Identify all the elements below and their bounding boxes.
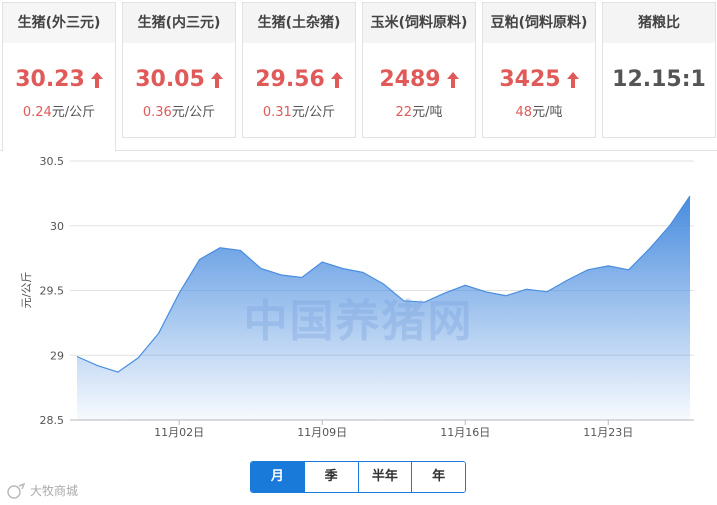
x-tick-label: 11月23日 xyxy=(583,426,633,439)
card-pig-outer[interactable]: 生猪(外三元) 30.23 0.24元/公斤 xyxy=(2,2,116,152)
y-tick-label: 30.5 xyxy=(40,155,65,168)
card-title: 生猪(外三元) xyxy=(3,3,115,43)
y-tick-label: 30 xyxy=(50,220,64,233)
x-tick-label: 11月09日 xyxy=(297,426,347,439)
card-change: 0.24元/公斤 xyxy=(22,105,96,120)
period-month-button[interactable]: 月 xyxy=(251,462,304,492)
site-logo: 大牧商城 xyxy=(6,482,78,499)
logo-icon xyxy=(7,482,26,499)
arrow-up-icon xyxy=(90,69,103,94)
y-tick-label: 28.5 xyxy=(40,414,65,427)
logo-text: 大牧商城 xyxy=(30,484,79,498)
y-tick-label: 29.5 xyxy=(40,285,65,298)
series-area xyxy=(77,196,690,420)
card-price: 30.23 xyxy=(3,67,115,93)
y-tick-label: 29 xyxy=(50,349,64,362)
x-tick-label: 11月02日 xyxy=(154,426,204,439)
y-axis-label: 元/公斤 xyxy=(20,272,33,309)
period-year-button[interactable]: 年 xyxy=(411,462,465,492)
period-halfyear-button[interactable]: 半年 xyxy=(357,462,412,492)
period-switcher: 月 季 半年 年 xyxy=(250,461,466,493)
x-tick-label: 11月16日 xyxy=(440,426,490,439)
period-quarter-button[interactable]: 季 xyxy=(303,462,358,492)
